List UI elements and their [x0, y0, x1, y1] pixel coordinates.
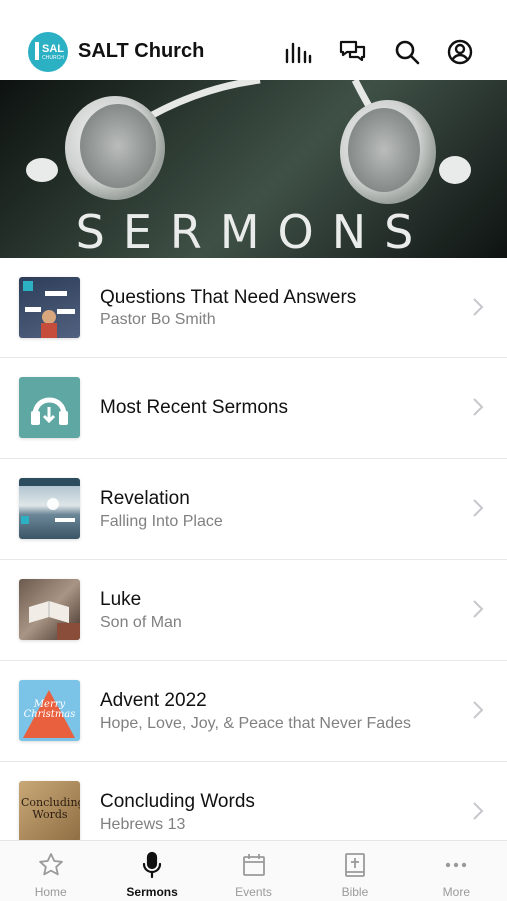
tab-more[interactable]: More	[406, 841, 507, 901]
chevron-right-icon	[473, 600, 484, 618]
tab-label: Events	[235, 885, 272, 899]
list-item[interactable]: Merry Christmas Advent 2022 Hope, Love, …	[0, 661, 507, 762]
tab-label: Bible	[341, 885, 369, 899]
tab-label: Home	[34, 885, 67, 899]
sermon-subtitle: Pastor Bo Smith	[100, 311, 216, 328]
chevron-right-icon	[473, 298, 484, 316]
thumbnail-text: Concluding Words	[21, 796, 80, 821]
tab-label: More	[442, 885, 470, 899]
list-item[interactable]: Luke Son of Man	[0, 560, 507, 661]
list-item[interactable]: Questions That Need Answers Pastor Bo Sm…	[0, 258, 507, 358]
status-bar	[0, 0, 507, 28]
sermon-title: Luke	[100, 589, 142, 610]
sermons-hero-banner: SERMONS	[0, 80, 507, 258]
microphone-icon	[138, 851, 166, 879]
sermon-title: Concluding Words	[100, 791, 255, 812]
sermon-subtitle: Falling Into Place	[100, 513, 223, 530]
sermon-subtitle: Son of Man	[100, 614, 182, 631]
list-item[interactable]: Revelation Falling Into Place	[0, 459, 507, 560]
app-header: SAL CHURCH SALT Church	[0, 28, 507, 80]
chevron-right-icon	[473, 701, 484, 719]
thumbnail-text: Merry Christmas	[23, 699, 76, 720]
sermon-subtitle: Hebrews 13	[100, 816, 186, 833]
chevron-right-icon	[473, 398, 484, 416]
church-logo[interactable]: SAL CHURCH	[28, 32, 68, 72]
star-icon	[37, 851, 65, 879]
sermon-title: Advent 2022	[100, 690, 207, 711]
chevron-right-icon	[473, 802, 484, 820]
bottom-tab-bar: Home Sermons Events Bible More	[0, 840, 507, 901]
audio-levels-icon[interactable]	[284, 38, 312, 66]
chevron-right-icon	[473, 499, 484, 517]
bible-icon	[341, 851, 369, 879]
list-item[interactable]: Concluding Words Concluding Words Hebrew…	[0, 762, 507, 846]
hero-title: SERMONS	[75, 205, 432, 258]
more-icon	[442, 851, 470, 879]
list-item[interactable]: Most Recent Sermons	[0, 358, 507, 459]
tab-sermons[interactable]: Sermons	[101, 841, 202, 901]
sermon-thumbnail	[19, 579, 80, 640]
app-title: SALT Church	[78, 40, 205, 62]
sermon-title: Questions That Need Answers	[100, 287, 357, 308]
profile-icon[interactable]	[446, 38, 474, 66]
sermon-subtitle: Hope, Love, Joy, & Peace that Never Fade…	[100, 715, 411, 732]
sermon-thumbnail	[19, 478, 80, 539]
tab-home[interactable]: Home	[0, 841, 101, 901]
tab-label: Sermons	[126, 885, 178, 899]
sermon-thumbnail	[19, 377, 80, 438]
sermon-title: Most Recent Sermons	[100, 397, 288, 418]
sermon-title: Revelation	[100, 488, 190, 509]
chat-icon[interactable]	[339, 38, 367, 66]
sermon-thumbnail: Merry Christmas	[19, 680, 80, 741]
sermon-thumbnail: Concluding Words	[19, 781, 80, 842]
calendar-icon	[240, 851, 268, 879]
tab-bible[interactable]: Bible	[304, 841, 405, 901]
sermon-thumbnail	[19, 277, 80, 338]
tab-events[interactable]: Events	[203, 841, 304, 901]
sermon-list: Questions That Need Answers Pastor Bo Sm…	[0, 258, 507, 846]
search-icon[interactable]	[393, 38, 421, 66]
